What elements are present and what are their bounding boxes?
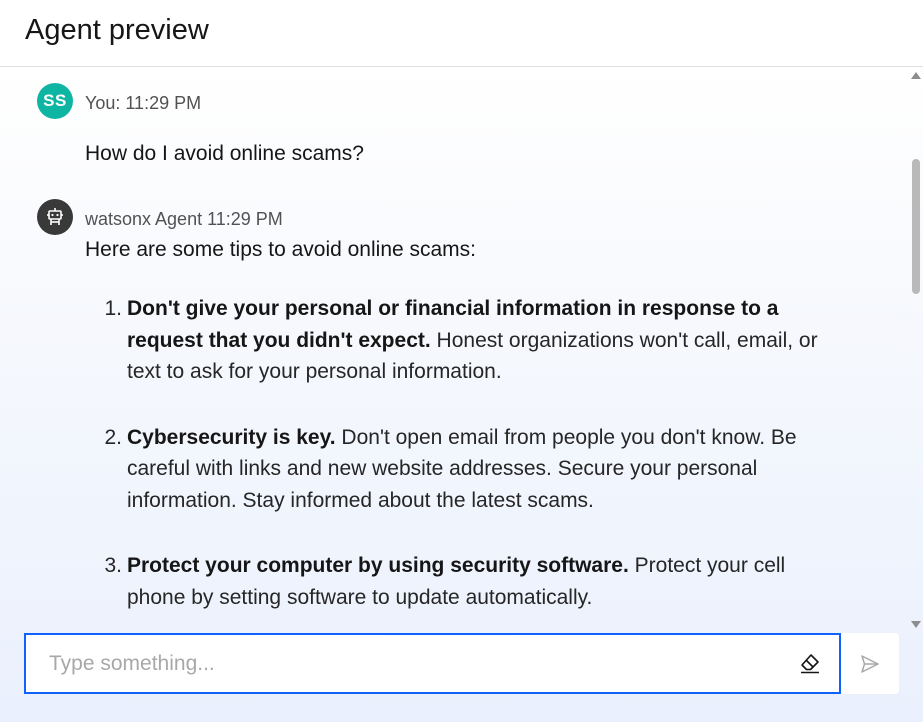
- scroll-up-arrow-icon[interactable]: [911, 72, 921, 79]
- agent-avatar: [37, 199, 73, 235]
- send-icon: [861, 654, 879, 673]
- scrollbar-thumb[interactable]: [912, 159, 920, 294]
- message-list[interactable]: SS You: 11:29 PM How do I avoid online s…: [0, 68, 908, 628]
- header: Agent preview: [0, 0, 923, 67]
- user-message-meta: You: 11:29 PM: [85, 93, 202, 113]
- list-item-number: 1.: [104, 297, 122, 320]
- list-item-bold: Protect your computer by using security …: [127, 554, 629, 577]
- agent-message-meta: watsonx Agent 11:29 PM: [85, 209, 283, 229]
- scrollbar[interactable]: [909, 68, 923, 628]
- agent-message-intro: Here are some tips to avoid online scams…: [85, 238, 477, 261]
- robot-icon: [47, 208, 63, 225]
- message-input-container: [24, 633, 841, 694]
- send-button[interactable]: [841, 633, 899, 694]
- user-message-text: How do I avoid online scams?: [85, 142, 364, 165]
- message-input[interactable]: [26, 635, 786, 692]
- tips-list: 1. Don't give your personal or financial…: [90, 293, 820, 628]
- list-item-bold: Cybersecurity is key.: [127, 425, 336, 449]
- scroll-down-arrow-icon[interactable]: [911, 621, 921, 628]
- list-item-number: 2.: [104, 425, 122, 449]
- list-item: 3. Protect your computer by using securi…: [90, 550, 820, 613]
- list-item-number: 3.: [104, 554, 122, 577]
- clear-button[interactable]: [798, 651, 822, 675]
- list-item: 1. Don't give your personal or financial…: [90, 293, 820, 388]
- chat-area: SS You: 11:29 PM How do I avoid online s…: [0, 68, 923, 722]
- page-title: Agent preview: [25, 14, 209, 46]
- list-item: 2. Cybersecurity is key. Don't open emai…: [90, 422, 820, 517]
- eraser-icon: [801, 654, 819, 674]
- user-avatar: SS: [37, 83, 73, 119]
